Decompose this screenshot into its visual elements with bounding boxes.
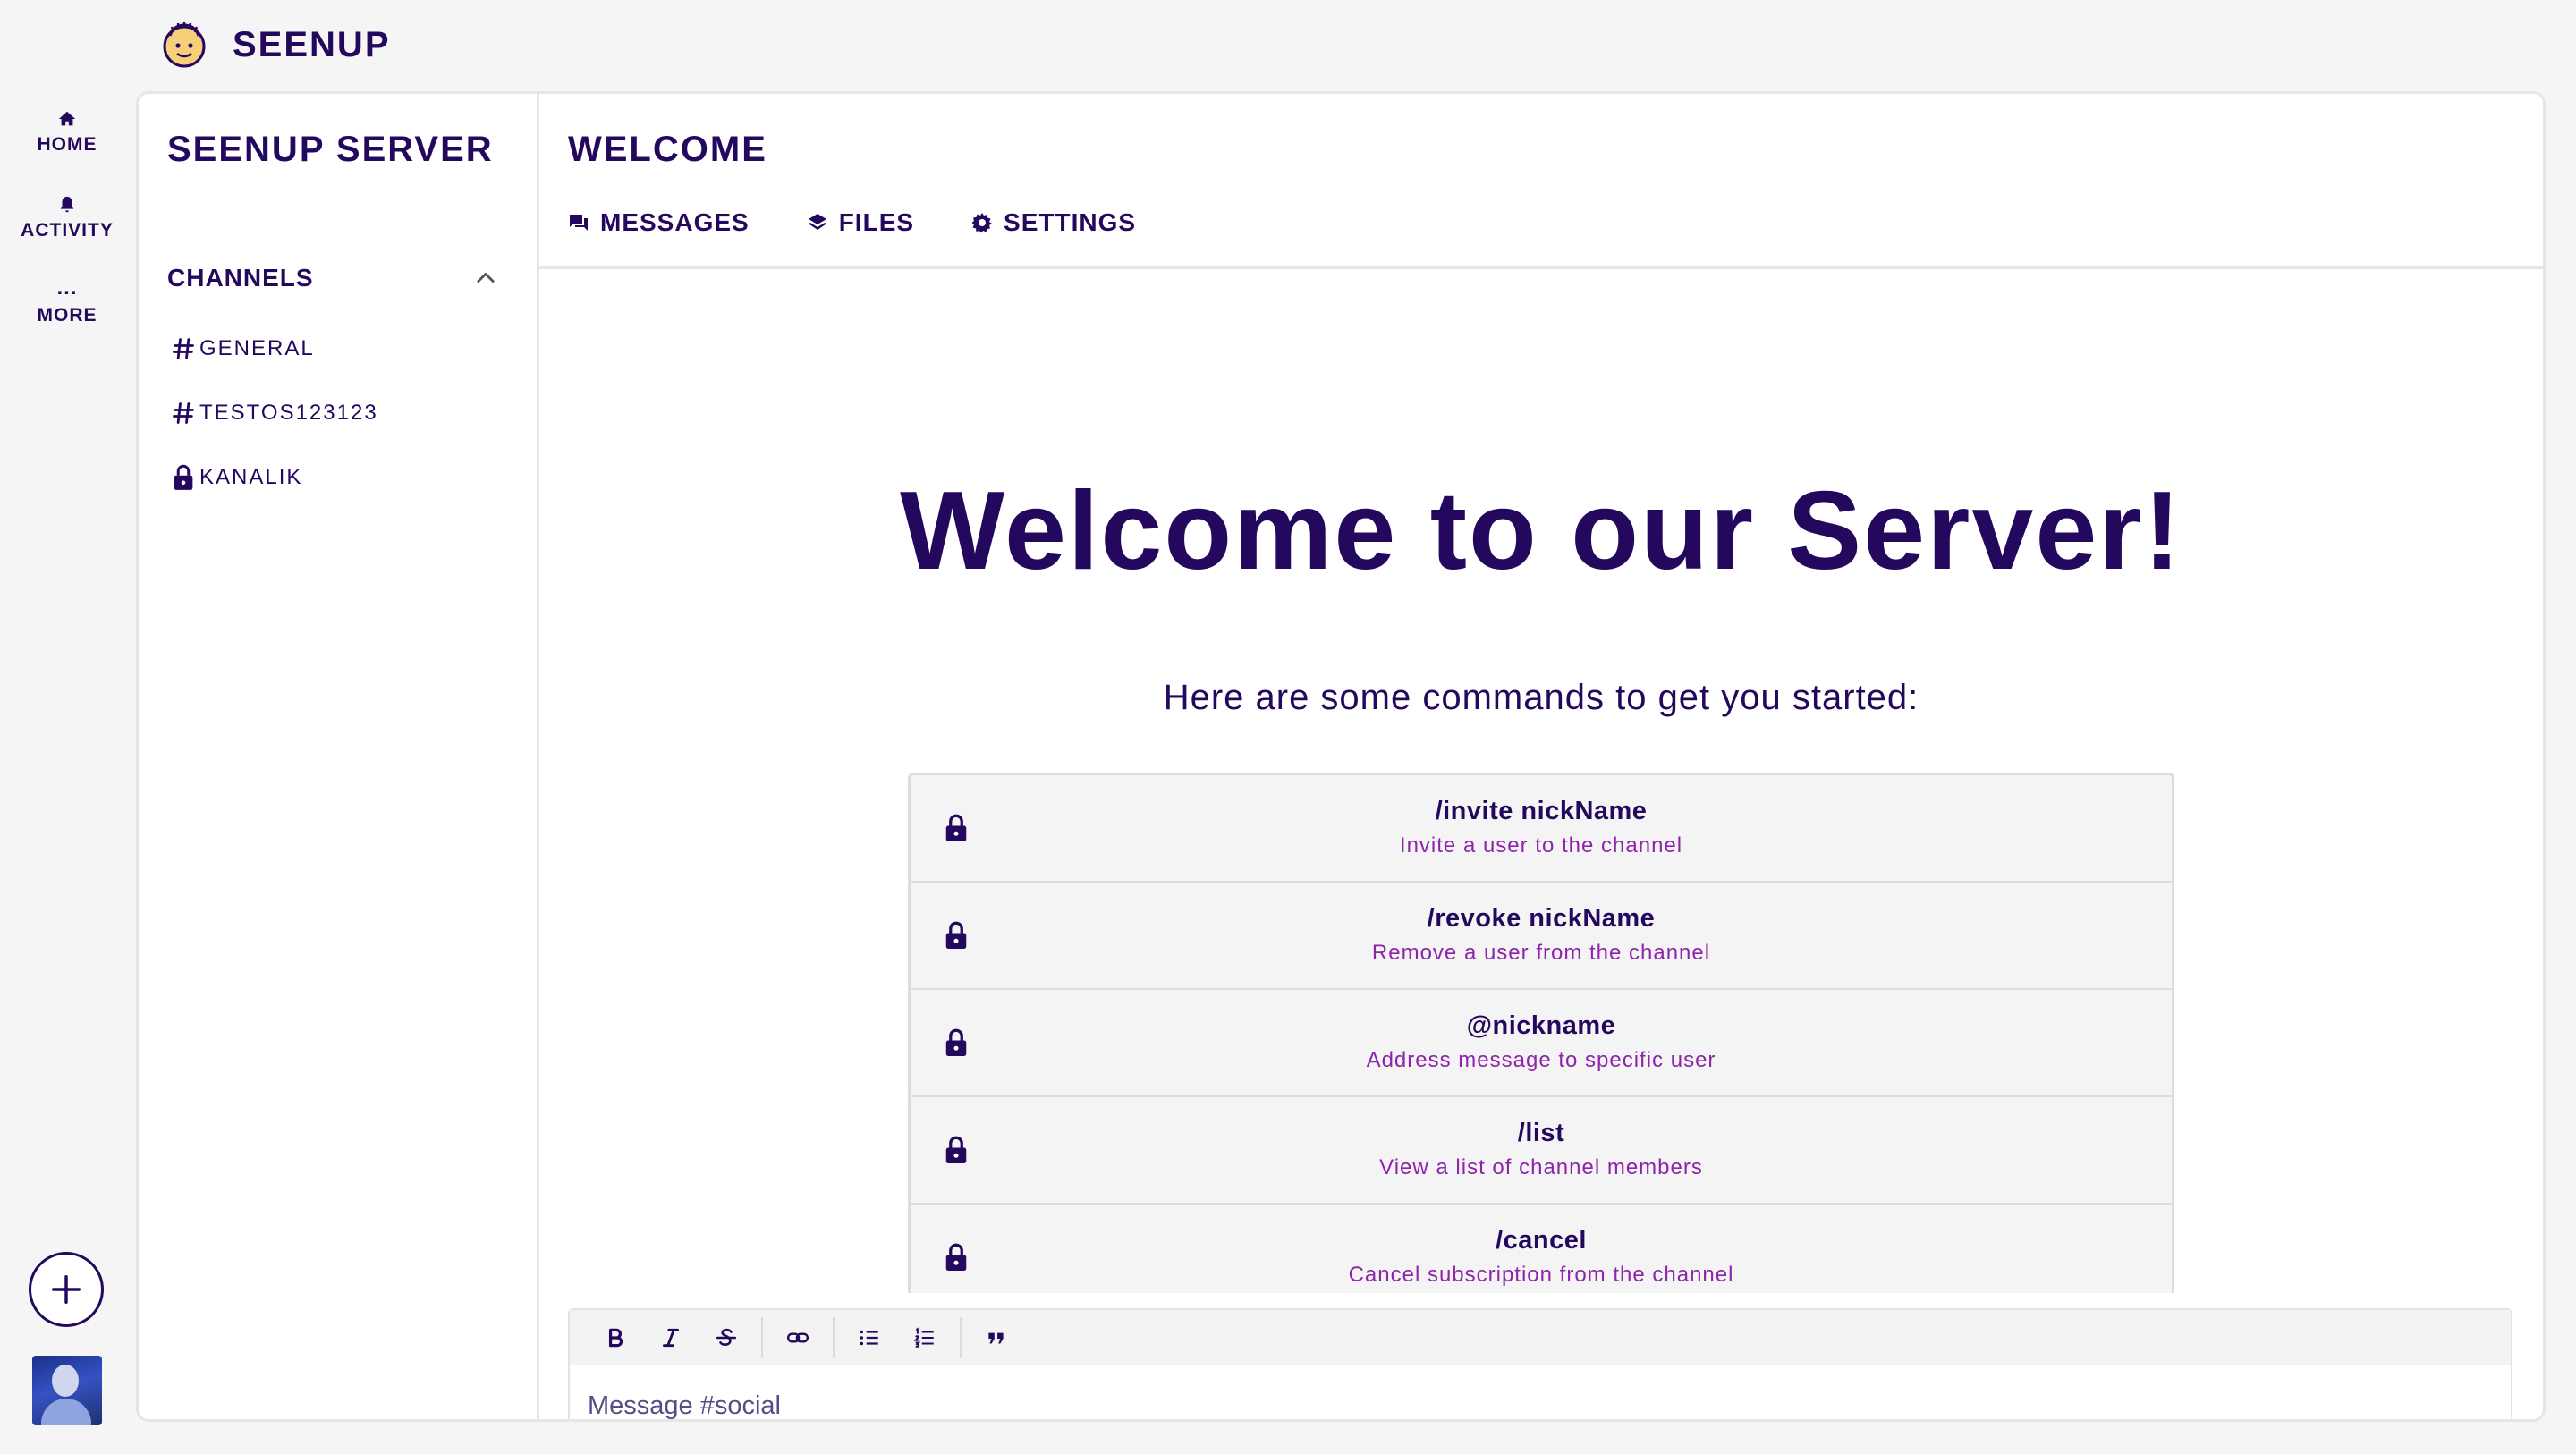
command-name: /cancel: [1496, 1226, 1587, 1255]
command-item: /list View a list of channel members: [911, 1097, 2172, 1205]
command-description: Remove a user from the channel: [1371, 941, 1711, 965]
welcome-subtitle: Here are some commands to get you starte…: [1163, 678, 1919, 717]
command-name: /list: [1517, 1119, 1565, 1147]
numbered-list-button[interactable]: [897, 1316, 953, 1359]
channel-name: GENERAL: [199, 336, 315, 360]
chevron-up-icon: [477, 272, 495, 283]
welcome-content: Welcome to our Server! Here are some com…: [539, 272, 2543, 1293]
command-description: Address message to specific user: [1366, 1048, 1716, 1072]
rail-item-home[interactable]: HOME: [0, 89, 134, 175]
command-item: /invite nickName Invite a user to the ch…: [911, 775, 2172, 883]
more-dots-icon: ...: [56, 275, 78, 300]
welcome-heading: Welcome to our Server!: [900, 469, 2182, 593]
commands-list: /invite nickName Invite a user to the ch…: [908, 773, 2174, 1293]
italic-icon: [663, 1328, 679, 1347]
rail-item-label: HOME: [37, 134, 97, 155]
lock-icon: [945, 1136, 967, 1163]
command-item: @nickname Address message to specific us…: [911, 990, 2172, 1097]
server-sidebar: SEENUP SERVER CHANNELS GENERAL TESTOS123…: [139, 94, 539, 1419]
strikethrough-button[interactable]: [699, 1316, 754, 1359]
channels-heading: CHANNELS: [167, 264, 314, 292]
hash-icon: [173, 338, 194, 359]
tab-label: SETTINGS: [1004, 208, 1137, 236]
command-description: Invite a user to the channel: [1399, 833, 1683, 858]
link-button[interactable]: [770, 1316, 826, 1359]
numbered-list-icon: [913, 1326, 934, 1348]
chat-icon: [570, 215, 588, 231]
layers-icon: [808, 214, 826, 230]
home-icon: [58, 111, 76, 126]
avatar[interactable]: [32, 1356, 102, 1425]
channel-name: KANALIK: [199, 465, 303, 489]
link-icon: [786, 1331, 809, 1343]
app-root: SEENUP HOME ACTIVITY ... MORE SEENUP SER…: [0, 0, 2576, 1454]
tab-bar: MESSAGES FILES SETTINGS: [568, 208, 1193, 237]
bullet-list-button[interactable]: [842, 1316, 897, 1359]
brand: SEENUP: [157, 18, 391, 72]
app-name: SEENUP: [233, 24, 391, 64]
command-name: @nickname: [1466, 1011, 1616, 1040]
left-rail: HOME ACTIVITY ... MORE: [0, 89, 134, 347]
quote-icon: [988, 1332, 1004, 1343]
tab-files[interactable]: FILES: [807, 208, 914, 237]
command-item: /cancel Cancel subscription from the cha…: [911, 1205, 2172, 1293]
tab-label: MESSAGES: [600, 208, 750, 236]
rail-item-more[interactable]: ... MORE: [0, 261, 134, 347]
command-description: Cancel subscription from the channel: [1348, 1263, 1734, 1287]
bell-icon: [60, 196, 74, 213]
lock-icon: [945, 1028, 967, 1056]
message-composer: [568, 1308, 2512, 1419]
command-item: /revoke nickName Remove a user from the …: [911, 883, 2172, 990]
channel-header: WELCOME MESSAGES FILES SETTINGS: [539, 94, 2543, 269]
channel-item-kanalik[interactable]: KANALIK: [171, 464, 302, 491]
command-name: /revoke nickName: [1427, 904, 1656, 933]
channel-name: TESTOS123123: [199, 401, 378, 425]
italic-button[interactable]: [643, 1316, 699, 1359]
rail-item-label: ACTIVITY: [21, 220, 114, 241]
tab-settings[interactable]: SETTINGS: [971, 208, 1136, 237]
lock-icon: [945, 1243, 967, 1271]
hash-icon: [173, 402, 194, 424]
plus-circle-icon: [52, 1275, 80, 1304]
rail-item-activity[interactable]: ACTIVITY: [0, 175, 134, 261]
quote-button[interactable]: [969, 1316, 1024, 1359]
channel-main: WELCOME MESSAGES FILES SETTINGS Welcome …: [539, 94, 2543, 1419]
tab-messages[interactable]: MESSAGES: [568, 208, 750, 237]
rail-item-label: MORE: [37, 305, 97, 325]
tab-label: FILES: [838, 208, 915, 236]
command-name: /invite nickName: [1435, 797, 1648, 825]
strikethrough-icon: [716, 1328, 737, 1346]
format-toolbar: [570, 1310, 2511, 1365]
smiley-mascot-icon: [163, 22, 206, 68]
server-title: SEENUP SERVER: [167, 130, 494, 169]
lock-icon: [945, 814, 967, 841]
channel-item-testos123123[interactable]: TESTOS123123: [171, 400, 378, 427]
add-server-button[interactable]: [29, 1252, 104, 1327]
channels-header[interactable]: CHANNELS: [167, 264, 498, 292]
lock-icon: [174, 464, 193, 490]
lock-icon: [945, 921, 967, 949]
bullet-list-icon: [860, 1330, 878, 1345]
bold-icon: [608, 1328, 623, 1347]
message-input[interactable]: [588, 1383, 2287, 1419]
command-description: View a list of channel members: [1379, 1155, 1703, 1179]
bold-button[interactable]: [588, 1316, 643, 1359]
page-title: WELCOME: [568, 130, 767, 169]
channel-item-general[interactable]: GENERAL: [171, 335, 315, 362]
workspace-container: SEENUP SERVER CHANNELS GENERAL TESTOS123…: [136, 91, 2546, 1422]
gear-icon: [971, 213, 993, 233]
